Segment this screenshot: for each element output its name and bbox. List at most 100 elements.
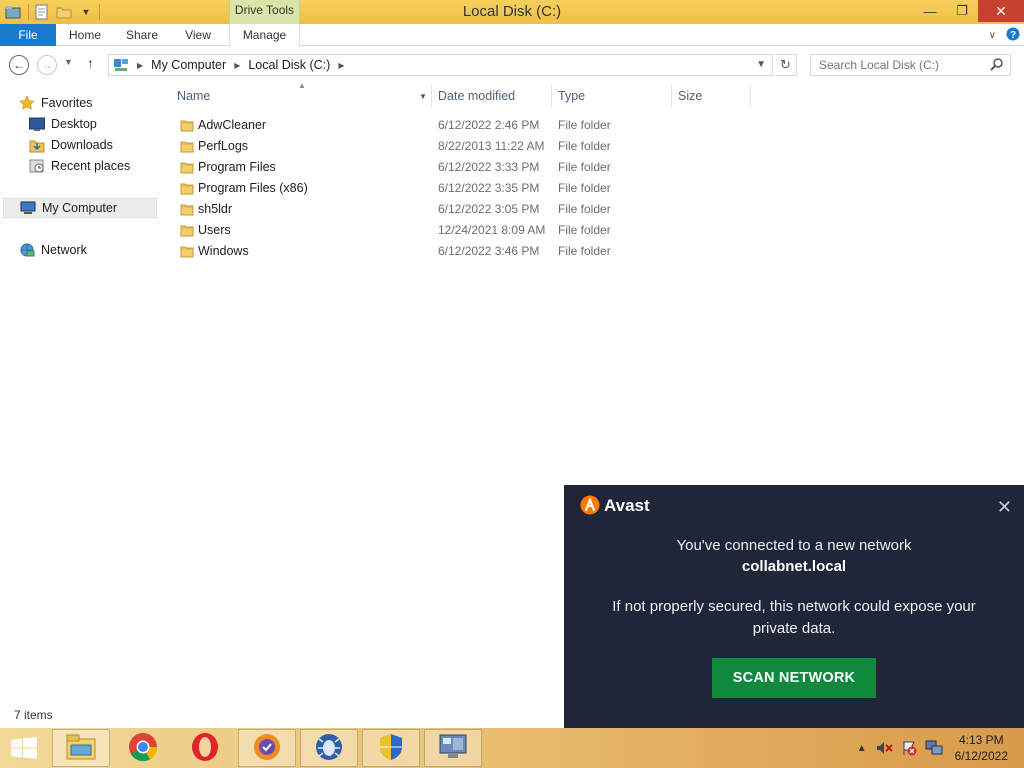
column-divider[interactable] <box>671 85 672 107</box>
volume-muted-icon[interactable] <box>875 740 893 756</box>
file-date: 12/24/2021 8:09 AM <box>438 223 546 237</box>
sidebar-item-desktop[interactable]: Desktop <box>29 114 97 134</box>
file-date: 6/12/2022 3:46 PM <box>438 244 540 258</box>
file-type: File folder <box>558 118 611 132</box>
file-name: sh5ldr <box>198 202 233 216</box>
forward-button[interactable]: → <box>37 55 57 75</box>
avast-notification: Avast ✕ You've connected to a new networ… <box>564 485 1024 728</box>
arrow-right-icon: → <box>41 58 53 72</box>
tab-manage[interactable]: Manage <box>229 24 300 46</box>
taskbar-opera[interactable] <box>176 729 234 767</box>
sidebar-item-downloads[interactable]: Downloads <box>29 135 113 155</box>
table-row[interactable]: Program Files (x86) 6/12/2022 3:35 PM Fi… <box>160 178 620 199</box>
desktop-icon <box>29 116 45 132</box>
drive-tools-context-tab[interactable]: Drive Tools <box>229 0 300 24</box>
title-bar: ▼ Drive Tools Local Disk (C:) — ❐ ✕ <box>0 0 1024 24</box>
file-date: 6/12/2022 3:35 PM <box>438 181 540 195</box>
breadcrumb-local-disk[interactable]: Local Disk (C:) <box>248 58 330 72</box>
table-row[interactable]: sh5ldr 6/12/2022 3:05 PM File folder <box>160 199 620 220</box>
action-center-flag-icon[interactable] <box>901 740 917 756</box>
taskbar-security-shield[interactable] <box>362 729 420 767</box>
back-button[interactable]: ← <box>9 55 29 75</box>
table-row[interactable]: PerfLogs 8/22/2013 11:22 AM File folder <box>160 136 620 157</box>
recent-places-icon <box>29 158 45 174</box>
breadcrumb-chevron-icon[interactable]: ▶ <box>338 61 344 70</box>
folder-icon <box>180 118 194 135</box>
tab-view[interactable]: View <box>175 24 221 46</box>
sidebar-item-label: Network <box>41 243 87 257</box>
taskbar-file-explorer[interactable] <box>52 729 110 767</box>
search-input[interactable] <box>810 54 1011 76</box>
table-row[interactable]: AdwCleaner 6/12/2022 2:46 PM File folder <box>160 115 620 136</box>
column-header-type[interactable]: Type <box>558 83 585 109</box>
file-type: File folder <box>558 244 611 258</box>
tab-share[interactable]: Share <box>118 24 166 46</box>
taskbar-chrome[interactable] <box>114 729 172 767</box>
file-type: File folder <box>558 160 611 174</box>
expand-ribbon-icon[interactable]: ∨ <box>989 30 996 41</box>
breadcrumb-my-computer[interactable]: My Computer <box>151 58 226 72</box>
column-divider[interactable] <box>431 85 432 107</box>
opera-icon <box>190 732 220 765</box>
breadcrumb-chevron-icon[interactable]: ▶ <box>234 61 240 70</box>
svg-text:?: ? <box>1010 30 1016 41</box>
column-divider[interactable] <box>551 85 552 107</box>
windows-logo-icon <box>10 737 38 762</box>
computer-icon <box>20 200 36 216</box>
minimize-button[interactable]: — <box>914 0 946 22</box>
customize-dropdown-icon[interactable]: ▼ <box>77 3 95 21</box>
navigation-bar: ← → ▼ ↑ ▶ My Computer ▶ Local Disk (C:) … <box>0 47 1024 83</box>
folder-icon <box>180 223 194 240</box>
folder-icon <box>180 181 194 198</box>
explorer-icon[interactable] <box>4 3 22 21</box>
window-controls: — ❐ ✕ <box>914 0 1024 22</box>
avast-logo-icon <box>580 495 600 518</box>
breadcrumb-chevron-icon[interactable]: ▶ <box>137 61 143 70</box>
folder-icon <box>180 160 194 177</box>
network-status-icon[interactable] <box>925 740 943 756</box>
properties-icon[interactable] <box>33 3 51 21</box>
refresh-button[interactable]: ↻ <box>775 54 797 76</box>
column-divider[interactable] <box>750 85 751 107</box>
up-button[interactable]: ↑ <box>87 55 94 71</box>
ribbon-right-controls: ∨ ? <box>989 24 1020 46</box>
sidebar-item-network[interactable]: Network <box>19 240 87 260</box>
maximize-button[interactable]: ❐ <box>946 0 978 22</box>
scan-network-button[interactable]: SCAN NETWORK <box>712 658 876 698</box>
security-shield-icon <box>377 732 405 765</box>
file-type: File folder <box>558 223 611 237</box>
taskbar-bug-tool[interactable] <box>300 729 358 767</box>
help-icon[interactable]: ? <box>1006 27 1020 44</box>
table-row[interactable]: Users 12/24/2021 8:09 AM File folder <box>160 220 620 241</box>
show-hidden-icons-icon[interactable]: ▲ <box>857 743 867 754</box>
table-row[interactable]: Program Files 6/12/2022 3:33 PM File fol… <box>160 157 620 178</box>
column-header-size[interactable]: Size <box>678 83 702 109</box>
column-filter-dropdown-icon[interactable]: ▼ <box>419 92 427 101</box>
column-header-name[interactable]: Name <box>177 83 210 109</box>
table-row[interactable]: Windows 6/12/2022 3:46 PM File folder <box>160 241 620 262</box>
sidebar-item-my-computer[interactable]: My Computer <box>3 198 157 218</box>
address-bar[interactable]: ▶ My Computer ▶ Local Disk (C:) ▶ ▼ <box>108 54 773 76</box>
recent-locations-dropdown[interactable]: ▼ <box>64 57 73 67</box>
new-folder-icon[interactable] <box>55 3 73 21</box>
taskbar-control-panel[interactable] <box>424 729 482 767</box>
sidebar-item-recent-places[interactable]: Recent places <box>29 156 130 176</box>
search-icon[interactable] <box>990 58 1003 74</box>
close-button[interactable]: ✕ <box>978 0 1024 22</box>
ribbon-tabs: File Home Share View Manage ∨ ? <box>0 24 1024 46</box>
tab-home[interactable]: Home <box>60 24 110 46</box>
avast-network-name: collabnet.local <box>741 558 847 575</box>
taskbar-browser[interactable] <box>238 729 296 767</box>
window-title: Local Disk (C:) <box>462 3 562 20</box>
start-button[interactable] <box>10 737 38 762</box>
column-header-date-modified[interactable]: Date modified <box>438 83 515 109</box>
sort-ascending-icon: ▲ <box>298 81 306 90</box>
tab-file[interactable]: File <box>0 24 56 46</box>
system-clock[interactable]: 4:13 PM 6/12/2022 <box>955 732 1008 764</box>
file-name: AdwCleaner <box>198 118 267 132</box>
avast-close-icon[interactable]: ✕ <box>997 497 1012 518</box>
sidebar-item-favorites[interactable]: Favorites <box>19 93 92 113</box>
address-dropdown-icon[interactable]: ▼ <box>756 59 766 70</box>
toolbar-divider <box>28 4 29 20</box>
file-explorer-icon <box>65 733 97 764</box>
